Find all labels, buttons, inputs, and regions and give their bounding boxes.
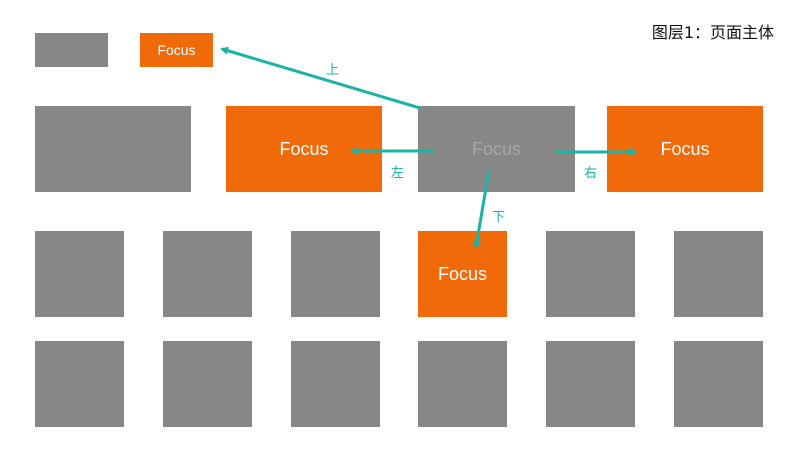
arrow-down	[473, 169, 491, 249]
direction-label-right: 右	[584, 166, 598, 181]
arrow-up	[220, 46, 421, 110]
direction-label-up: 上	[326, 63, 340, 78]
arrows-layer	[220, 46, 638, 249]
direction-label-down: 下	[492, 210, 506, 225]
direction-label-left: 左	[391, 166, 405, 181]
